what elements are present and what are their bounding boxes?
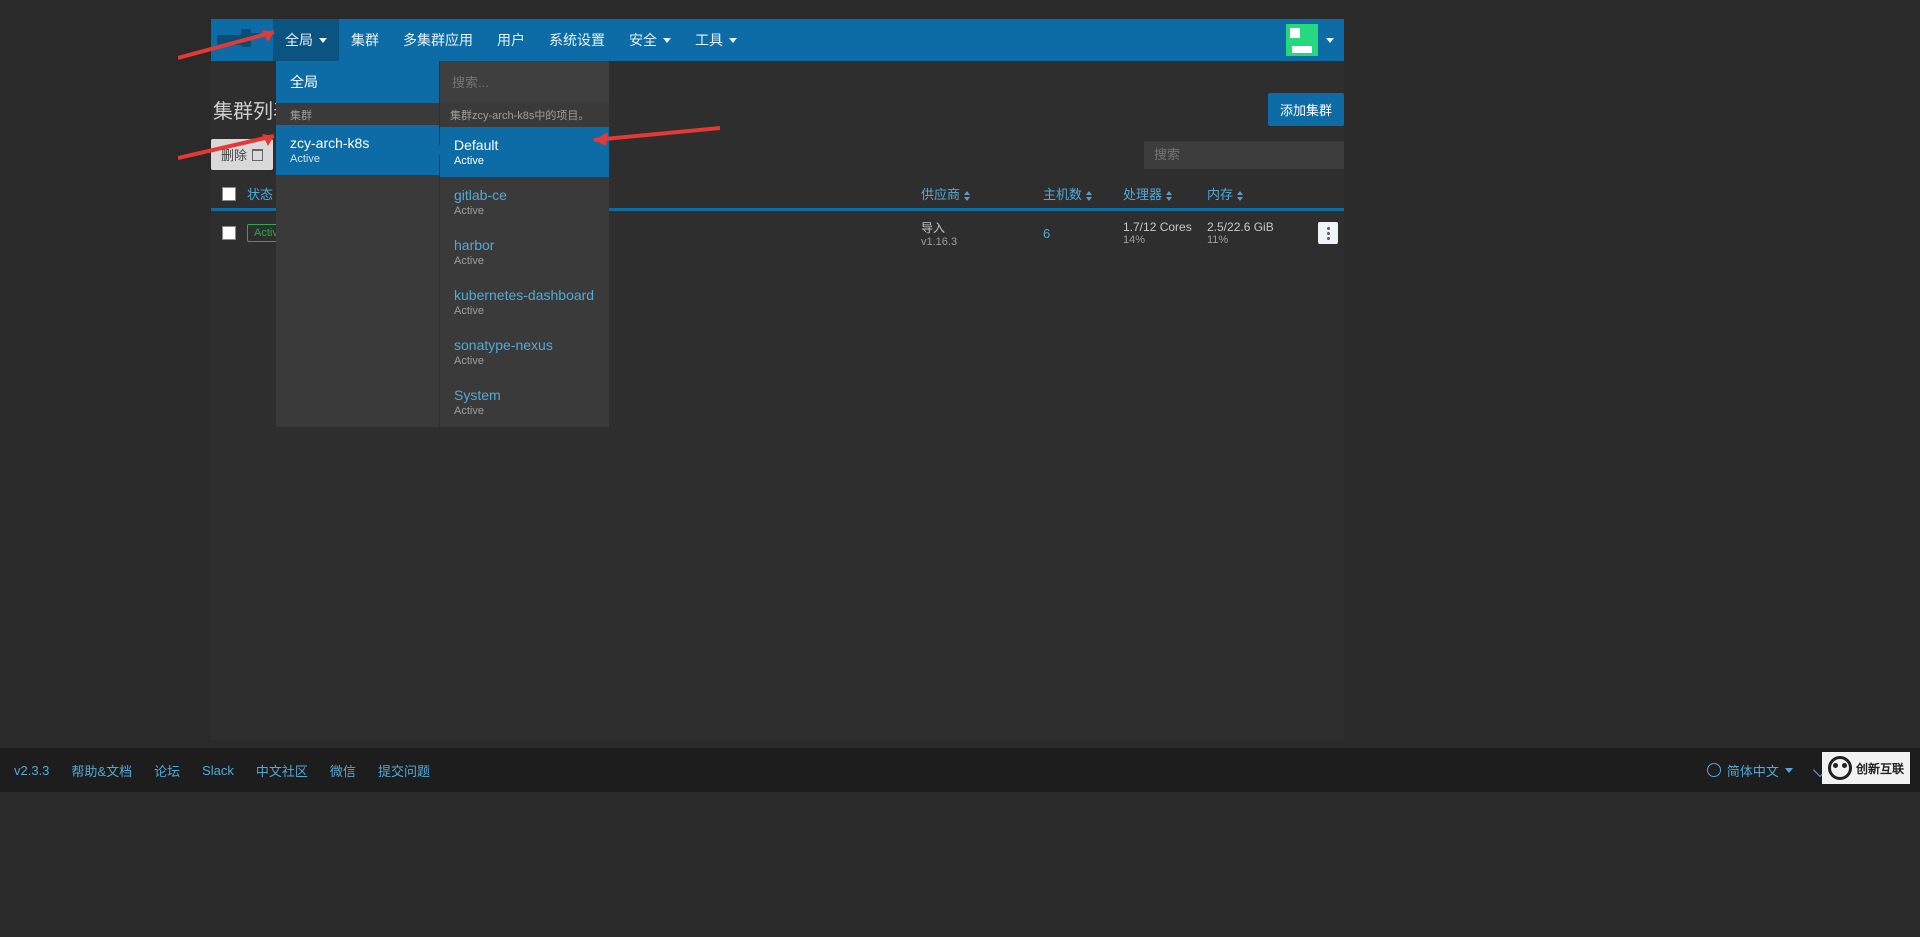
nav-multi[interactable]: 多集群应用 [391,19,485,61]
th-mem[interactable]: 内存 [1207,184,1243,203]
nav-clusters[interactable]: 集群 [339,19,391,61]
globe-icon [1707,763,1721,777]
nav-users[interactable]: 用户 [485,19,537,61]
watermark-icon [1828,756,1852,780]
top-nav: 全局 集群 多集群应用 用户 系统设置 安全 工具 [211,19,1344,61]
th-hosts[interactable]: 主机数 [1043,184,1092,203]
dropdown-global-item[interactable]: 全局 [276,61,439,103]
td-provider: 导入 v1.16.3 [921,219,957,248]
nav-tools[interactable]: 工具 [683,19,749,61]
brand-logo[interactable] [211,19,273,61]
chevron-down-icon [663,38,671,43]
trash-icon [252,149,263,161]
chevron-down-icon [1326,38,1334,43]
row-actions-button[interactable] [1318,222,1338,244]
avatar [1286,24,1318,56]
user-menu[interactable] [1276,19,1344,61]
version-link[interactable]: v2.3.3 [14,763,49,778]
global-dropdown: 全局 集群 zcy-arch-k8s Active 集群zcy-arch-k8s… [276,61,609,427]
watermark: 创新互联 [1822,752,1910,784]
nav-global[interactable]: 全局 [273,19,339,61]
dropdown-project-kubedash[interactable]: kubernetes-dashboard Active [440,277,609,327]
forum-link[interactable]: 论坛 [154,761,180,780]
chevron-down-icon [1785,768,1793,773]
delete-button[interactable]: 删除 [211,139,273,170]
dropdown-project-system[interactable]: System Active [440,377,609,427]
language-switcher[interactable]: 简体中文 [1707,761,1793,780]
dropdown-cluster-item[interactable]: zcy-arch-k8s Active [276,125,439,175]
slack-link[interactable]: Slack [202,763,234,778]
chevron-down-icon [319,38,327,43]
footer: v2.3.3 帮助&文档 论坛 Slack 中文社区 微信 提交问题 简体中文 … [0,748,1920,792]
td-mem: 2.5/22.6 GiB 11% [1207,220,1274,246]
search-input[interactable] [1144,141,1344,169]
chevron-down-icon [729,38,737,43]
dropdown-search[interactable] [440,61,609,103]
help-link[interactable]: 帮助&文档 [71,761,132,780]
dropdown-group-label: 集群 [276,103,439,125]
nav-settings[interactable]: 系统设置 [537,19,617,61]
th-cpu[interactable]: 处理器 [1123,184,1172,203]
td-hosts: 6 [1043,226,1050,241]
nav-global-label: 全局 [285,30,313,50]
dropdown-note: 集群zcy-arch-k8s中的项目。 [440,103,609,127]
dropdown-project-default[interactable]: Default Active [440,127,609,177]
th-provider[interactable]: 供应商 [921,184,970,203]
add-cluster-button[interactable]: 添加集群 [1268,93,1344,126]
dropdown-search-input[interactable] [440,61,609,103]
select-all-checkbox[interactable] [222,187,236,201]
row-checkbox[interactable] [222,226,236,240]
wechat-link[interactable]: 微信 [330,761,356,780]
dropdown-project-gitlab[interactable]: gitlab-ce Active [440,177,609,227]
td-cpu: 1.7/12 Cores 14% [1123,220,1192,246]
dropdown-project-nexus[interactable]: sonatype-nexus Active [440,327,609,377]
nav-security[interactable]: 安全 [617,19,683,61]
issue-link[interactable]: 提交问题 [378,761,430,780]
cn-community-link[interactable]: 中文社区 [256,761,308,780]
dropdown-project-harbor[interactable]: harbor Active [440,227,609,277]
